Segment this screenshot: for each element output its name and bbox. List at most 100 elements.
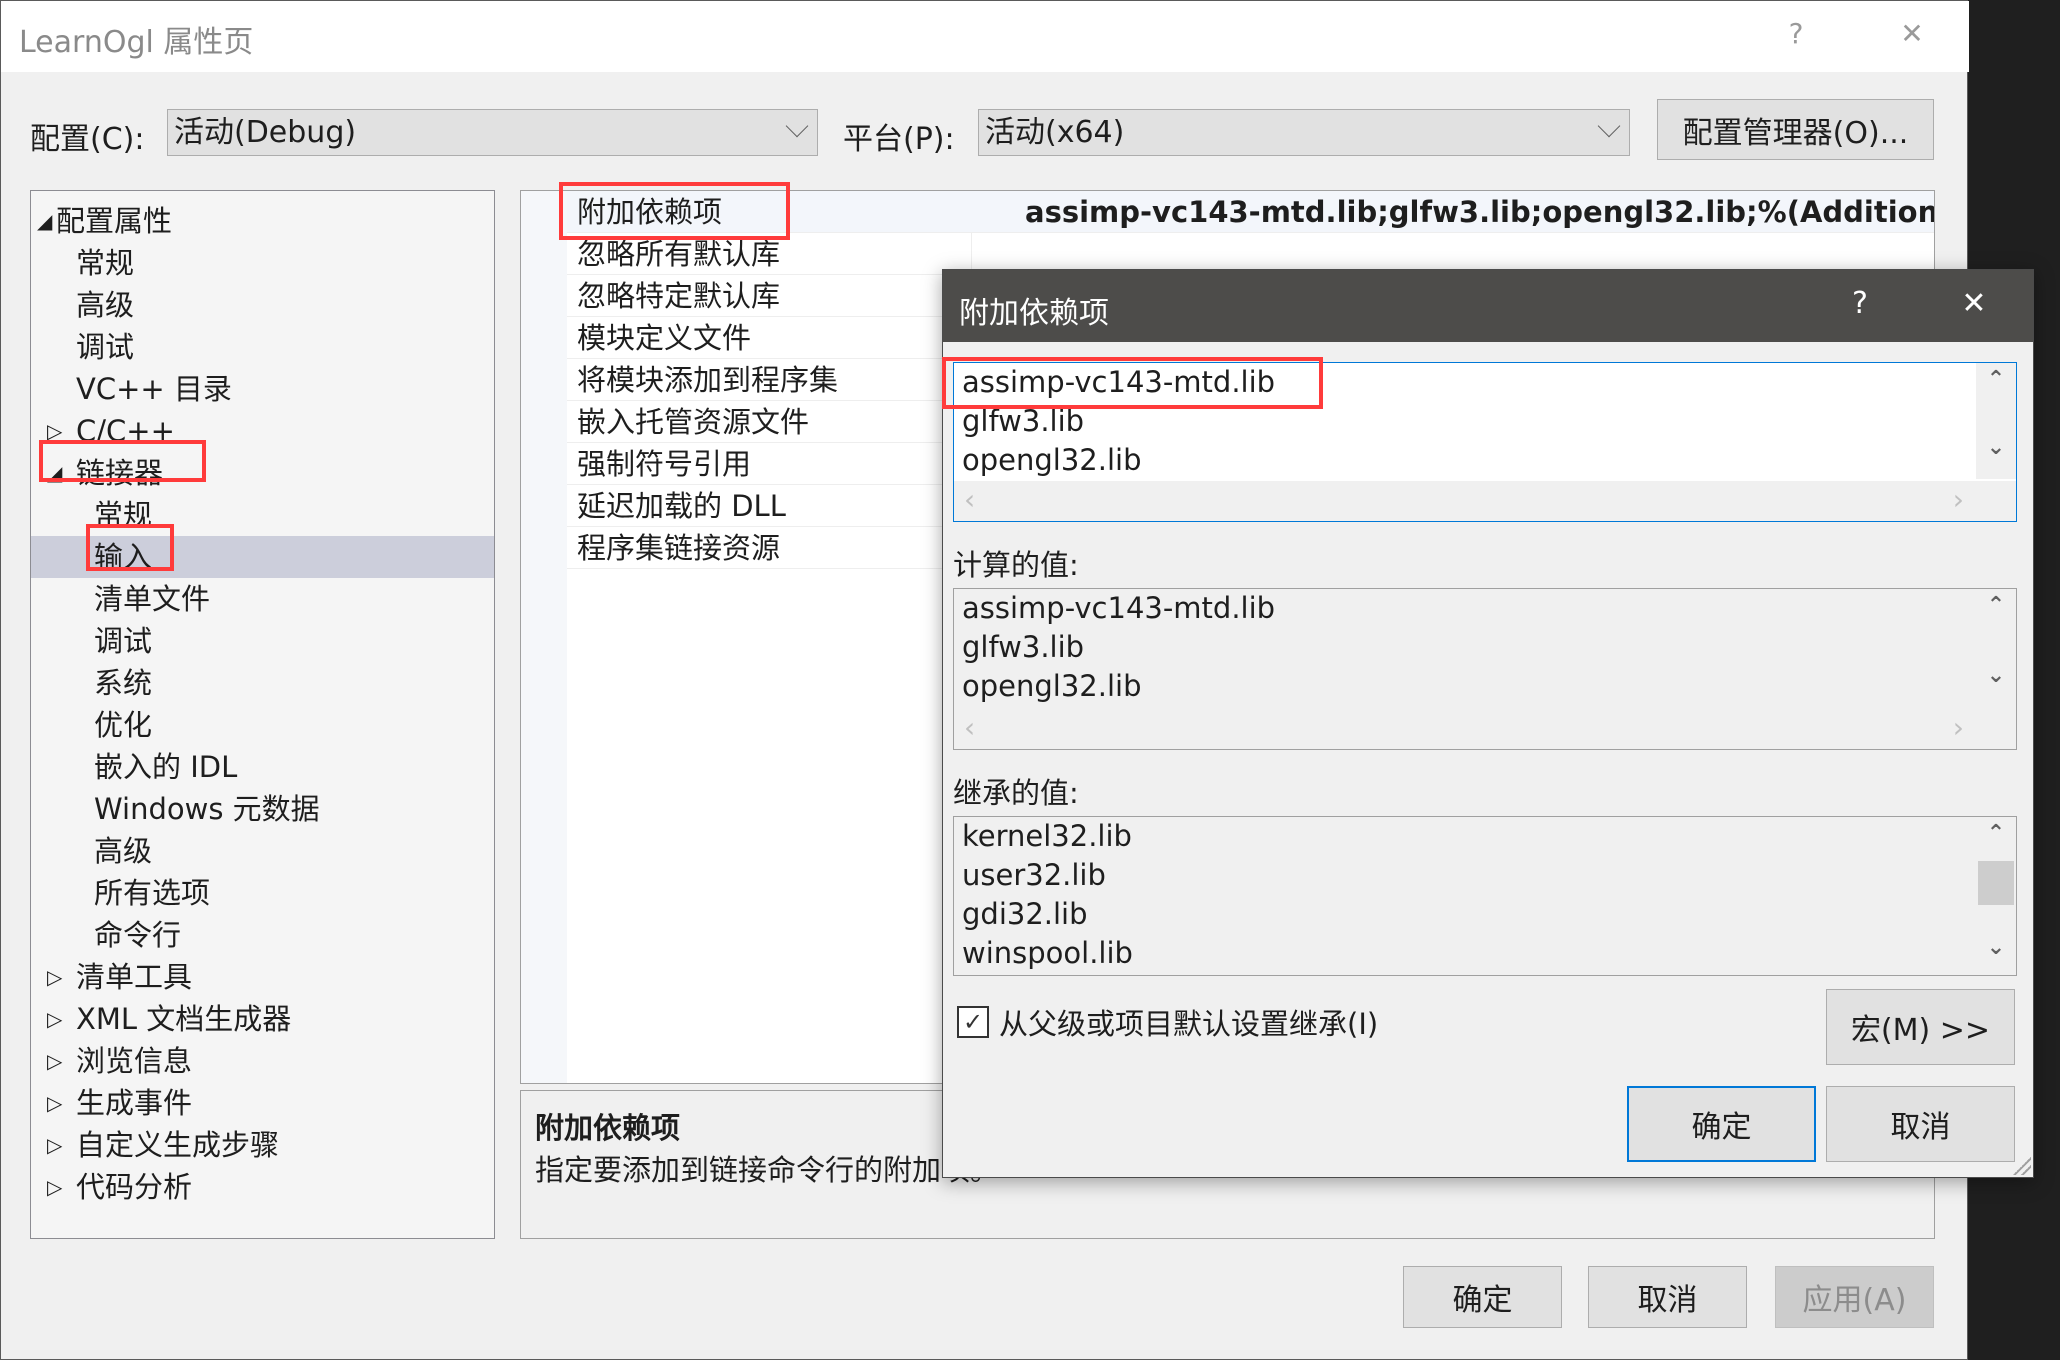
chevron-down-icon bbox=[1597, 114, 1621, 138]
ok-button[interactable]: 确定 bbox=[1403, 1266, 1562, 1328]
title-bar: LearnOgl 属性页 ? ✕ bbox=[1, 1, 1969, 72]
apply-button[interactable]: 应用(A) bbox=[1775, 1266, 1934, 1328]
tree-item-label: 嵌入的 IDL bbox=[94, 750, 238, 784]
scroll-thumb[interactable] bbox=[1978, 861, 2014, 905]
tree-item-label: 调试 bbox=[76, 330, 135, 364]
tree-item[interactable]: 高级 bbox=[31, 284, 494, 326]
inherit-checkbox-row[interactable]: ✓ 从父级或项目默认设置继承(I) bbox=[957, 1001, 1378, 1043]
tree-item[interactable]: 调试 bbox=[31, 326, 494, 368]
tree-item[interactable]: 系统 bbox=[31, 662, 494, 704]
inherited-values-label: 继承的值: bbox=[953, 776, 1079, 810]
edit-vertical-scrollbar[interactable]: ⌃ ⌄ bbox=[1976, 363, 2016, 479]
scroll-left-icon[interactable]: ‹ bbox=[964, 483, 975, 516]
expanded-arrow-icon[interactable]: ◢ bbox=[47, 452, 62, 494]
computed-values-box[interactable]: assimp-vc143-mtd.lib glfw3.lib opengl32.li… bbox=[953, 588, 2017, 750]
close-icon: ✕ bbox=[1900, 17, 1924, 50]
tree-item-label: 常规 bbox=[94, 498, 153, 532]
inherit-checkbox-label: 从父级或项目默认设置继承(I) bbox=[999, 1007, 1379, 1041]
tree-item[interactable]: 输入 bbox=[31, 536, 494, 578]
computed-vertical-scrollbar[interactable]: ⌃ ⌄ bbox=[1976, 589, 2016, 707]
tree-item[interactable]: ▷ 自定义生成步骤 bbox=[31, 1124, 494, 1166]
tree-item-label: 高级 bbox=[76, 288, 135, 322]
scroll-right-icon[interactable]: › bbox=[1953, 483, 1964, 516]
computed-horizontal-scrollbar[interactable]: ‹ › bbox=[954, 709, 2016, 749]
tree-item-label: 系统 bbox=[94, 666, 153, 700]
dependencies-edit-box[interactable]: assimp-vc143-mtd.lib glfw3.lib opengl32.li… bbox=[953, 362, 2017, 522]
sub-help-button[interactable]: ? bbox=[1835, 286, 1885, 321]
tree-item[interactable]: VC++ 目录 bbox=[31, 368, 494, 410]
collapsed-arrow-icon[interactable]: ▷ bbox=[47, 1166, 62, 1208]
tree-item[interactable]: ▷ C/C++ bbox=[31, 410, 494, 452]
property-name: 将模块添加到程序集 bbox=[577, 363, 839, 397]
sub-title-bar: 附加依赖项 ? ✕ bbox=[943, 270, 2033, 342]
tree-item-label: 命令行 bbox=[94, 918, 182, 952]
tree-item[interactable]: 所有选项 bbox=[31, 872, 494, 914]
inherit-checkbox[interactable]: ✓ bbox=[957, 1006, 989, 1038]
property-name: 附加依赖项 bbox=[577, 195, 723, 229]
platform-combobox[interactable]: 活动(x64) bbox=[978, 109, 1630, 156]
tree-item[interactable]: 高级 bbox=[31, 830, 494, 872]
tree-item[interactable]: ▷ 生成事件 bbox=[31, 1082, 494, 1124]
cancel-button[interactable]: 取消 bbox=[1588, 1266, 1747, 1328]
expanded-arrow-icon[interactable]: ◢ bbox=[37, 200, 52, 242]
tree-item[interactable]: ▷ 清单工具 bbox=[31, 956, 494, 998]
collapsed-arrow-icon[interactable]: ▷ bbox=[47, 1124, 62, 1166]
collapsed-arrow-icon[interactable]: ▷ bbox=[47, 410, 62, 452]
help-icon: ? bbox=[1788, 17, 1804, 50]
collapsed-arrow-icon[interactable]: ▷ bbox=[47, 1040, 62, 1082]
collapsed-arrow-icon[interactable]: ▷ bbox=[47, 998, 62, 1040]
inherited-vertical-scrollbar[interactable]: ⌃ ⌄ bbox=[1976, 817, 2016, 975]
scroll-left-icon[interactable]: ‹ bbox=[964, 711, 975, 744]
tree-item[interactable]: 常规 bbox=[31, 242, 494, 284]
property-name: 忽略特定默认库 bbox=[577, 279, 781, 313]
tree-item[interactable]: 常规 bbox=[31, 494, 494, 536]
inherited-value-line: gdi32.lib bbox=[962, 897, 1088, 931]
check-icon: ✓ bbox=[962, 1008, 984, 1036]
scroll-up-icon[interactable]: ⌃ bbox=[1976, 593, 2016, 618]
sub-dialog-title: 附加依赖项 bbox=[959, 296, 1109, 331]
tree-item[interactable]: 嵌入的 IDL bbox=[31, 746, 494, 788]
tree-item[interactable]: ▷ 浏览信息 bbox=[31, 1040, 494, 1082]
tree-item[interactable]: ◢ 配置属性 bbox=[31, 200, 494, 242]
tree-item[interactable]: ◢ 链接器 bbox=[31, 452, 494, 494]
edit-horizontal-scrollbar[interactable]: ‹ › bbox=[954, 481, 2016, 521]
tree-item-label: 高级 bbox=[94, 834, 153, 868]
tree-item[interactable]: 优化 bbox=[31, 704, 494, 746]
scroll-up-icon[interactable]: ⌃ bbox=[1976, 821, 2016, 846]
property-name: 模块定义文件 bbox=[577, 321, 752, 355]
close-icon: ✕ bbox=[1961, 286, 1987, 321]
tree-item-label: 所有选项 bbox=[94, 876, 211, 910]
close-button[interactable]: ✕ bbox=[1887, 17, 1937, 50]
tree-item[interactable]: 清单文件 bbox=[31, 578, 494, 620]
tree-item[interactable]: 调试 bbox=[31, 620, 494, 662]
tree-item[interactable]: 命令行 bbox=[31, 914, 494, 956]
tree-item[interactable]: Windows 元数据 bbox=[31, 788, 494, 830]
tree-item[interactable]: ▷ 代码分析 bbox=[31, 1166, 494, 1208]
scroll-down-icon[interactable]: ⌄ bbox=[1976, 663, 2016, 688]
sub-ok-button[interactable]: 确定 bbox=[1627, 1086, 1816, 1162]
computed-value-line: opengl32.lib bbox=[962, 669, 1142, 703]
sub-close-button[interactable]: ✕ bbox=[1949, 286, 1999, 321]
inherited-values-box[interactable]: kernel32.lib user32.lib gdi32.lib winspool.… bbox=[953, 816, 2017, 976]
scroll-down-icon[interactable]: ⌄ bbox=[1976, 935, 2016, 960]
config-combobox[interactable]: 活动(Debug) bbox=[167, 109, 818, 156]
scroll-down-icon[interactable]: ⌄ bbox=[1976, 435, 2016, 460]
tree-item-label: 常规 bbox=[76, 246, 135, 280]
resize-grip[interactable] bbox=[2011, 1155, 2031, 1175]
scroll-right-icon[interactable]: › bbox=[1953, 711, 1964, 744]
inherited-value-line: winspool.lib bbox=[962, 936, 1133, 970]
tree-item-label: 清单工具 bbox=[76, 960, 193, 994]
collapsed-arrow-icon[interactable]: ▷ bbox=[47, 1082, 62, 1124]
macros-button[interactable]: 宏(M) >> bbox=[1826, 989, 2015, 1065]
collapsed-arrow-icon[interactable]: ▷ bbox=[47, 956, 62, 998]
platform-value: 活动(x64) bbox=[985, 115, 1125, 150]
property-value[interactable]: assimp-vc143-mtd.lib;glfw3.lib;opengl32.… bbox=[1025, 191, 1934, 233]
tree-item[interactable]: ▷ XML 文档生成器 bbox=[31, 998, 494, 1040]
category-tree[interactable]: ◢ 配置属性 常规 高级 调试 VC++ 目录 ▷ C/C++ ◢ 链接器 常规 输入 清单文件 调试 系统… bbox=[30, 190, 495, 1239]
help-button[interactable]: ? bbox=[1771, 17, 1821, 50]
property-row[interactable]: 附加依赖项 assimp-vc143-mtd.lib;glfw3.lib;open… bbox=[567, 191, 1934, 233]
sub-cancel-button[interactable]: 取消 bbox=[1826, 1086, 2015, 1162]
config-manager-button[interactable]: 配置管理器(O)... bbox=[1657, 99, 1934, 160]
scroll-up-icon[interactable]: ⌃ bbox=[1976, 367, 2016, 392]
property-name: 强制符号引用 bbox=[577, 447, 752, 481]
